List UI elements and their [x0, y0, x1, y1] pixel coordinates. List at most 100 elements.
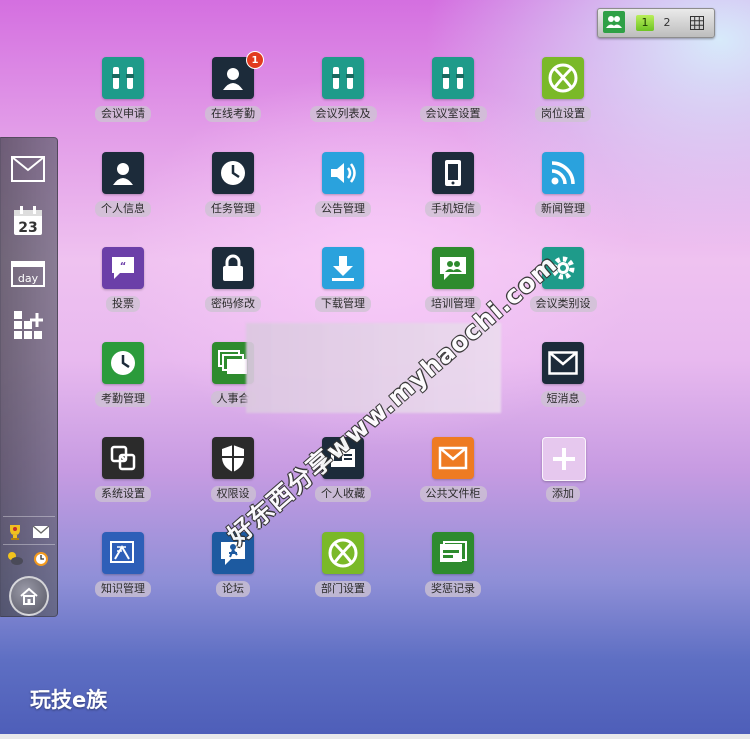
app-22[interactable]: 添加: [518, 437, 608, 517]
app-7[interactable]: 公告管理: [298, 152, 388, 232]
app-2[interactable]: 会议列表及: [298, 57, 388, 137]
small-mail-icon[interactable]: [31, 522, 51, 542]
app-label-wrap: 投票: [78, 292, 168, 312]
clock-icon[interactable]: [212, 152, 254, 194]
app-label[interactable]: 考勤管理: [95, 391, 151, 407]
app-4[interactable]: 岗位设置: [518, 57, 608, 137]
app-label-wrap: 公告管理: [298, 197, 388, 217]
app-12[interactable]: 下载管理: [298, 247, 388, 327]
trophy-icon[interactable]: [5, 522, 25, 542]
app-6[interactable]: 任务管理: [188, 152, 278, 232]
day-view-icon[interactable]: day: [9, 254, 47, 292]
app-18[interactable]: 系统设置: [78, 437, 168, 517]
brand-logo: 玩技e族: [30, 688, 108, 712]
app-label[interactable]: 任务管理: [205, 201, 261, 217]
app-21[interactable]: 公共文件柜: [408, 437, 498, 517]
app-label[interactable]: 系统设置: [95, 486, 151, 502]
settings-icon[interactable]: [102, 437, 144, 479]
app-17[interactable]: 短消息: [518, 342, 608, 422]
xbox-icon[interactable]: [542, 57, 584, 99]
app-10[interactable]: “ 投票: [78, 247, 168, 327]
app-label[interactable]: 短消息: [540, 391, 586, 407]
app-label[interactable]: 公告管理: [315, 201, 371, 217]
page-switcher: 1 2: [597, 8, 715, 38]
app-label[interactable]: 在线考勤: [205, 106, 261, 122]
plug-icon[interactable]: [432, 57, 474, 99]
app-25[interactable]: 部门设置: [298, 532, 388, 612]
app-3[interactable]: 会议室设置: [408, 57, 498, 137]
mail-open-icon[interactable]: [432, 437, 474, 479]
app-24[interactable]: 论坛: [188, 532, 278, 612]
app-label[interactable]: 个人信息: [95, 201, 151, 217]
app-23[interactable]: 知识管理: [78, 532, 168, 612]
app-label[interactable]: 岗位设置: [535, 106, 591, 122]
app-label-wrap: 公共文件柜: [408, 482, 498, 502]
app-1[interactable]: 1 在线考勤: [188, 51, 278, 137]
app-label[interactable]: 下载管理: [315, 296, 371, 312]
app-label[interactable]: 会议类别设: [529, 296, 597, 312]
app-label-wrap: 会议申请: [78, 102, 168, 122]
alarm-clock-icon[interactable]: [31, 548, 51, 568]
speaker-icon[interactable]: [322, 152, 364, 194]
app-label[interactable]: 会议申请: [95, 106, 151, 122]
app-label-wrap: 会议列表及: [298, 102, 388, 122]
app-11[interactable]: 密码修改: [188, 247, 278, 327]
app-label-wrap: 系统设置: [78, 482, 168, 502]
app-label[interactable]: 手机短信: [425, 201, 481, 217]
app-8[interactable]: 手机短信: [408, 152, 498, 232]
plug-icon[interactable]: [322, 57, 364, 99]
app-label[interactable]: 个人收藏: [315, 486, 371, 502]
app-label[interactable]: 密码修改: [205, 296, 261, 312]
app-26[interactable]: 奖惩记录: [408, 532, 498, 612]
left-dock: 23 day: [0, 137, 58, 617]
app-label[interactable]: 公共文件柜: [419, 486, 487, 502]
mail-icon[interactable]: [9, 150, 47, 188]
app-label-wrap: 知识管理: [78, 577, 168, 597]
app-label-wrap: 短消息: [518, 387, 608, 407]
app-label[interactable]: 论坛: [216, 581, 250, 597]
app-label-wrap: 下载管理: [298, 292, 388, 312]
phone-icon[interactable]: [432, 152, 474, 194]
clock-icon[interactable]: [102, 342, 144, 384]
app-label[interactable]: 知识管理: [95, 581, 151, 597]
app-5[interactable]: 个人信息: [78, 152, 168, 232]
rss-icon[interactable]: [542, 152, 584, 194]
app-label[interactable]: 新闻管理: [535, 201, 591, 217]
page-2-button[interactable]: 2: [658, 15, 676, 31]
app-label[interactable]: 会议列表及: [309, 106, 377, 122]
cards-icon[interactable]: [432, 532, 474, 574]
envelope-icon[interactable]: [542, 342, 584, 384]
group-chat-icon[interactable]: [432, 247, 474, 289]
download-icon[interactable]: [322, 247, 364, 289]
user-icon[interactable]: [102, 152, 144, 194]
app-label-wrap: 论坛: [188, 577, 278, 597]
calendar-icon[interactable]: 23: [9, 202, 47, 240]
app-label[interactable]: 投票: [106, 296, 140, 312]
app-label-wrap: 考勤管理: [78, 387, 168, 407]
app-label-wrap: 会议室设置: [408, 102, 498, 122]
app-label[interactable]: 会议室设置: [419, 106, 487, 122]
app-label-wrap: 个人信息: [78, 197, 168, 217]
home-button[interactable]: [9, 576, 49, 616]
app-label[interactable]: 部门设置: [315, 581, 371, 597]
page-1-button[interactable]: 1: [636, 15, 654, 31]
app-9[interactable]: 新闻管理: [518, 152, 608, 232]
app-label[interactable]: 奖惩记录: [425, 581, 481, 597]
app-label-wrap: 岗位设置: [518, 102, 608, 122]
lock-icon[interactable]: [212, 247, 254, 289]
chat-icon[interactable]: “: [102, 247, 144, 289]
weather-icon[interactable]: [5, 548, 25, 568]
app-15[interactable]: 考勤管理: [78, 342, 168, 422]
user-group-icon[interactable]: [603, 11, 625, 33]
svg-text:23: 23: [18, 220, 37, 236]
app-label-wrap: 在线考勤: [188, 102, 278, 122]
plug-icon[interactable]: [102, 57, 144, 99]
shield-icon[interactable]: [212, 437, 254, 479]
app-label[interactable]: 添加: [546, 486, 580, 502]
book-icon[interactable]: [102, 532, 144, 574]
plus-icon[interactable]: [542, 437, 586, 481]
xbox-icon[interactable]: [322, 532, 364, 574]
app-0[interactable]: 会议申请: [78, 57, 168, 137]
add-widget-icon[interactable]: [9, 306, 47, 344]
grid-view-icon[interactable]: [688, 14, 706, 32]
